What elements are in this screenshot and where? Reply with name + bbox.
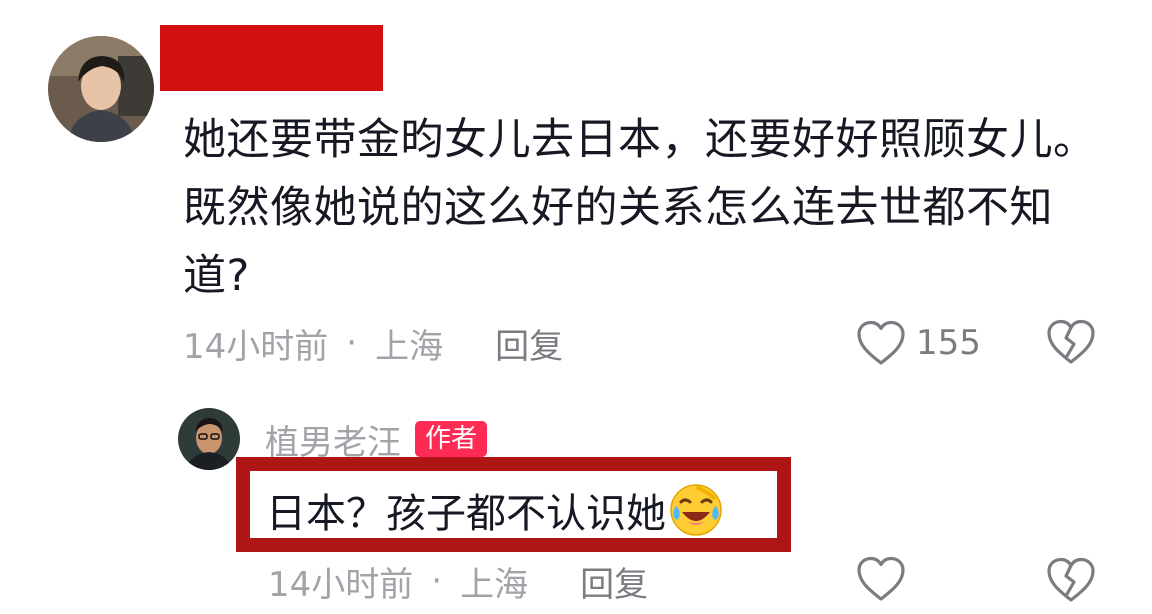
comment-meta: 14小时前 · 上海 回复 (183, 318, 563, 368)
redacted-username (160, 25, 383, 91)
heart-outline-icon (856, 556, 906, 602)
dislike-button[interactable] (1045, 318, 1097, 368)
reply-meta: 14小时前 · 上海 回复 (268, 556, 648, 606)
comment-location: 上海 (375, 326, 444, 367)
reply-to-reply-button[interactable]: 回复 (580, 557, 648, 606)
reply-time: 14小时前 (268, 564, 414, 605)
reply-text-row: 日本？孩子都不认识她 (266, 478, 724, 542)
like-button[interactable]: 155 (856, 318, 981, 368)
reply-button[interactable]: 回复 (495, 319, 563, 368)
reply-location: 上海 (460, 564, 529, 605)
reply-author-avatar[interactable] (178, 408, 240, 470)
reply-like-button[interactable] (856, 556, 906, 606)
meta-separator: · (431, 561, 443, 601)
heart-outline-icon (856, 320, 906, 366)
reply-dislike-button[interactable] (1045, 556, 1097, 606)
broken-heart-icon (1045, 556, 1097, 604)
broken-heart-icon (1045, 318, 1097, 366)
comment-time: 14小时前 (183, 326, 329, 367)
commenter-avatar[interactable] (48, 36, 154, 142)
like-count: 155 (916, 323, 981, 363)
comment-text: 她还要带金昀女儿去日本，还要好好照顾女儿。既然像她说的这么好的关系怎么连去世都不… (183, 115, 1097, 301)
meta-separator: · (346, 323, 358, 363)
author-badge: 作者 (415, 421, 488, 457)
laughing-with-tears-icon (668, 482, 724, 538)
reply-text: 日本？孩子都不认识她 (266, 491, 666, 537)
